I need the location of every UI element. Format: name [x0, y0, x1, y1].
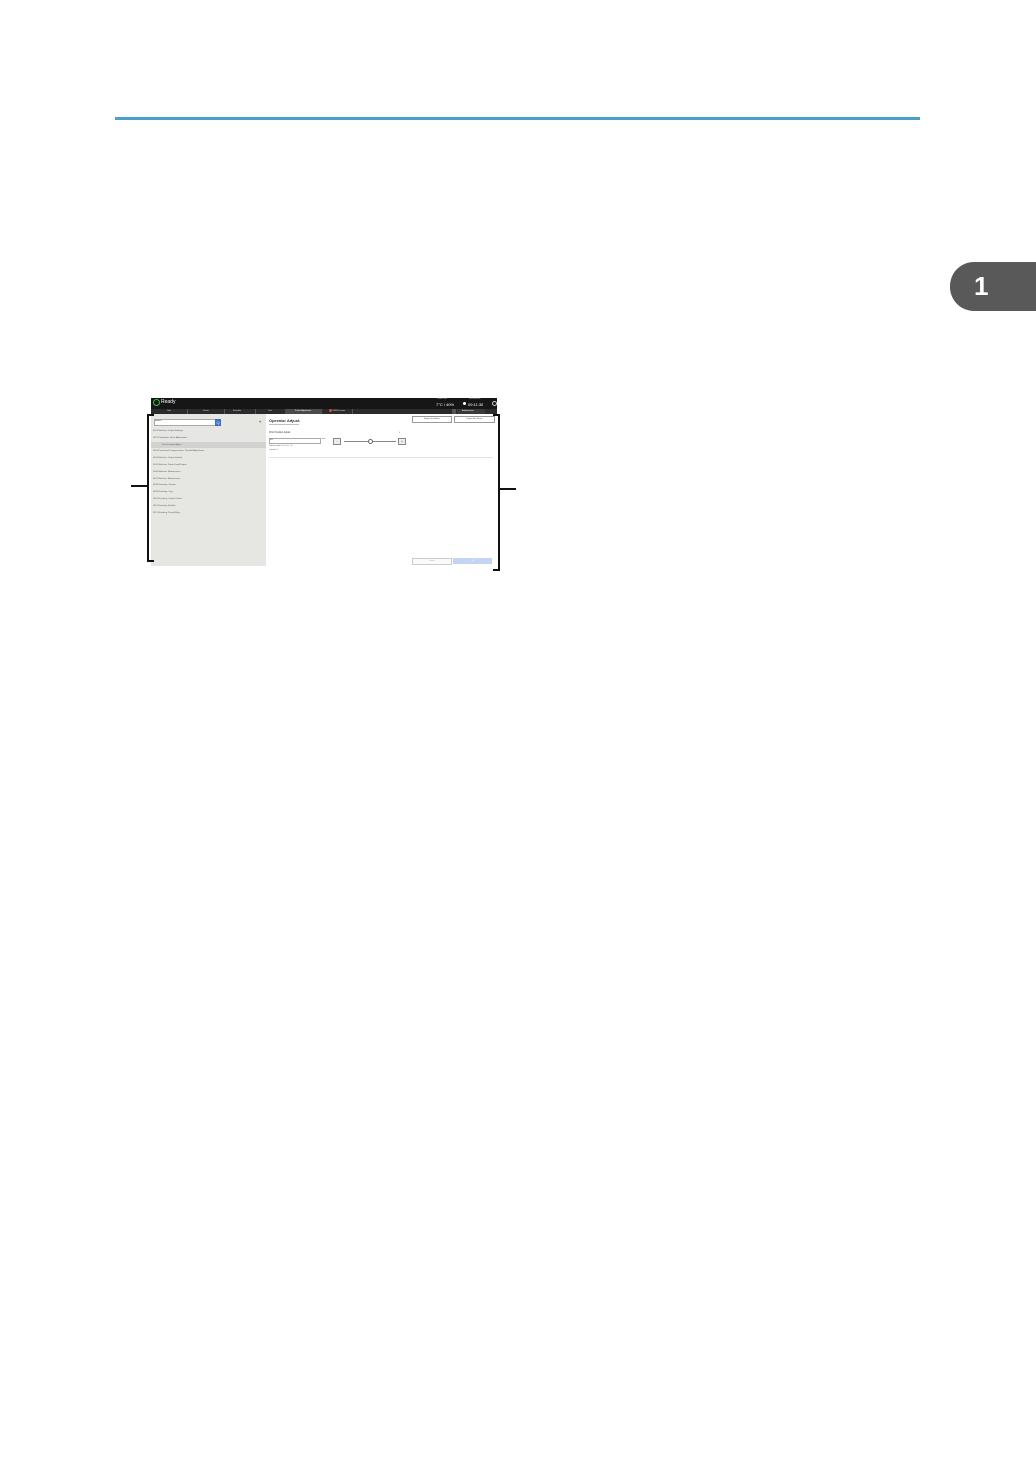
slider-knob[interactable]	[368, 439, 373, 444]
callout-leader-left	[131, 485, 148, 487]
tree-item[interactable]: 0112 Finishing: Punch/Ring	[151, 510, 266, 517]
range-text: Default value: 0.0 / (-5 - 5)	[269, 445, 293, 447]
right-pane: ⌖ Operator Adjust. Export Set Values Imp…	[259, 414, 497, 566]
clock-icon	[463, 402, 466, 405]
status-bar: Ready Printer Env. 7°C / 40% Maintenance…	[151, 398, 497, 409]
tree-item[interactable]: 0107 Machine: Maintenance	[151, 476, 266, 483]
value-input[interactable]: 0.0	[269, 438, 321, 444]
pane-title: Operator Adjust.	[269, 418, 301, 423]
current-text: Current: 0	[269, 449, 278, 451]
search-button[interactable]: Q	[215, 419, 221, 426]
time-label: Maintenance	[469, 398, 481, 400]
pin-icon[interactable]: ⌖	[259, 419, 261, 424]
ready-status-icon	[153, 399, 160, 406]
temp-value: 7°C / 40%	[436, 402, 455, 407]
tree-item[interactable]: Print Position Adjust	[151, 441, 266, 449]
tree-item[interactable]: 0109 Finishing: Tray	[151, 489, 266, 496]
tree-item[interactable]: 0110 Finishing: Output Others	[151, 496, 266, 503]
ready-label: Ready	[161, 399, 176, 405]
tab-spm-label: SPM Function	[332, 410, 346, 413]
plus-button[interactable]: +	[398, 438, 406, 445]
ok-button[interactable]: OK	[453, 558, 492, 564]
export-button[interactable]: Export Set Values	[412, 416, 452, 423]
field-label: Print Position Adjust	[269, 431, 291, 434]
cancel-button[interactable]: Cancel	[412, 558, 452, 565]
chapter-tab: 1	[950, 262, 1036, 311]
screenshot-figure: Ready Printer Env. 7°C / 40% Maintenance…	[151, 398, 497, 566]
help-icon[interactable]	[492, 401, 497, 406]
separator	[269, 457, 493, 458]
title-underline	[269, 424, 299, 425]
tree-item[interactable]: 0105 Machine: Paper Feed/Output	[151, 462, 266, 469]
unit-label: mm	[322, 438, 326, 440]
tree-item[interactable]: 0102 Printheads: Basic Adjustment	[151, 435, 266, 442]
slider-value: 0	[399, 432, 401, 434]
tree-item[interactable]: 0111 Finishing: Booklet	[151, 503, 266, 510]
settings-tree: 0101 Machine: Output Settings 0102 Print…	[151, 428, 266, 516]
import-button[interactable]: Import Set Values	[454, 416, 495, 423]
tree-item[interactable]: 0108 Finishing: Stacker	[151, 482, 266, 489]
tree-item[interactable]: 0103 Print Head Compensation: Detailed A…	[151, 448, 266, 455]
callout-bracket-right	[493, 414, 500, 571]
search-input[interactable]: Search	[154, 419, 216, 426]
header-rule	[115, 117, 920, 120]
left-pane: Search Q 0101 Machine: Output Settings 0…	[151, 414, 266, 566]
time-value: 09:11:30	[468, 402, 484, 407]
tree-item[interactable]: 0106 Machine: Maintenance	[151, 469, 266, 476]
callout-leader-right	[499, 488, 516, 490]
tree-item[interactable]: 0104 Machine: Output Quality	[151, 455, 266, 462]
alert-icon	[328, 409, 332, 412]
minus-button[interactable]: -	[333, 438, 341, 445]
temp-label: Printer Env.	[437, 398, 448, 400]
callout-bracket-left	[147, 414, 154, 562]
tree-item[interactable]: 0101 Machine: Output Settings	[151, 428, 266, 435]
